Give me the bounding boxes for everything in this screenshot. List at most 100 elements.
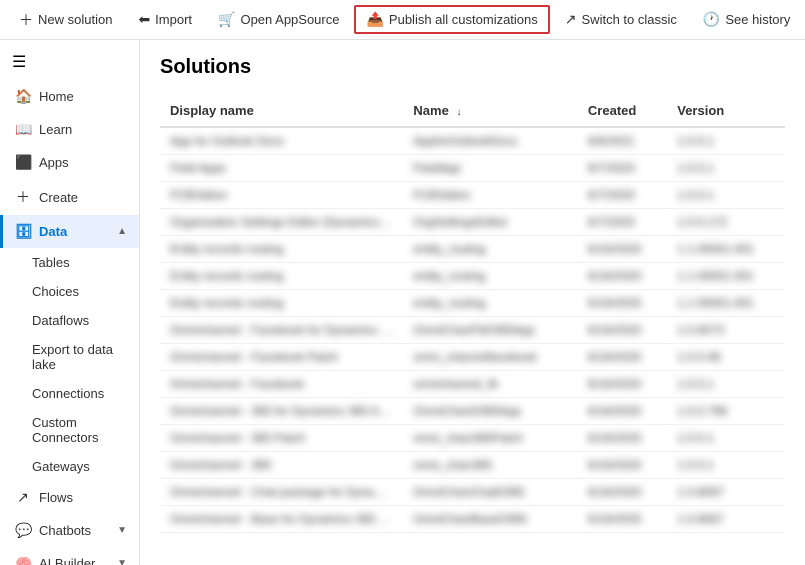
cell-name: OmniChanBaseD365 (403, 506, 578, 533)
see-history-button[interactable]: 🕐 See history (692, 6, 801, 33)
cell-name: omnichannel_fb (403, 371, 578, 398)
table-row[interactable]: Entity records routingentity_routing6/16… (160, 290, 785, 317)
cell-version: 1.0.0.1 (667, 425, 785, 452)
sidebar-item-ai-builder[interactable]: 🧠 AI Builder ▼ (0, 547, 139, 565)
cell-created: 6/16/2020 (578, 263, 667, 290)
learn-icon: 📖 (15, 121, 31, 138)
cell-version: 1.0.0.1 (667, 182, 785, 209)
table-row[interactable]: Omnichannel - Facebook for Dynamics 365 … (160, 317, 785, 344)
cell-name: entity_routing (403, 290, 578, 317)
flows-icon: ↗ (15, 489, 31, 506)
sidebar-item-flows[interactable]: ↗ Flows (0, 481, 139, 514)
sidebar-item-choices[interactable]: Choices (0, 277, 139, 306)
cell-created: 6/7/2020 (578, 155, 667, 182)
open-appsource-button[interactable]: 🛒 Open AppSource (207, 6, 350, 33)
cell-version: 1.0.8067 (667, 479, 785, 506)
cell-display-name: Field Apps (160, 155, 403, 182)
table-row[interactable]: Field AppsFieldApp6/7/20201.0.0.1 (160, 155, 785, 182)
cell-version: 1.0.0.1 (667, 452, 785, 479)
table-row[interactable]: Omnichannel - Base for Dynamics 365 Appl… (160, 506, 785, 533)
table-row[interactable]: Omnichannel - Chat package for Dynamics … (160, 479, 785, 506)
cell-display-name: FCBVation (160, 182, 403, 209)
col-header-created[interactable]: Created (578, 95, 667, 127)
cell-name: FCBVation (403, 182, 578, 209)
table-row[interactable]: Entity records routingentity_routing6/16… (160, 263, 785, 290)
cell-name: omni_channelfacebook (403, 344, 578, 371)
table-row[interactable]: FCBVationFCBVation6/7/20201.0.0.1 (160, 182, 785, 209)
cell-created: 6/16/2020 (578, 452, 667, 479)
sidebar-item-apps[interactable]: ⬛ Apps (0, 146, 139, 179)
cell-version: 1.0.0.46 (667, 344, 785, 371)
chatbots-chevron-icon: ▼ (117, 525, 127, 536)
col-header-display-name[interactable]: Display name (160, 95, 403, 127)
sidebar-item-create[interactable]: ＋ Create (0, 179, 139, 215)
table-row[interactable]: Organization Settings Editor (Dynamics 3… (160, 209, 785, 236)
hamburger-button[interactable]: ☰ (0, 44, 140, 80)
cell-name: entity_routing (403, 236, 578, 263)
table-row[interactable]: Omnichannel - 365 Patchomni_chan365Patch… (160, 425, 785, 452)
sidebar-item-connections[interactable]: Connections (0, 379, 139, 408)
toolbar: ＋ New solution ⬅ Import 🛒 Open AppSource… (0, 0, 805, 40)
import-button[interactable]: ⬅ Import (127, 6, 203, 33)
create-icon: ＋ (15, 187, 31, 207)
cell-display-name: Omnichannel - Facebook for Dynamics 365 … (160, 317, 403, 344)
cell-created: 6/7/2020 (578, 182, 667, 209)
cell-created: 6/16/2020 (578, 371, 667, 398)
cell-display-name: Omnichannel - Facebook (160, 371, 403, 398)
table-row[interactable]: Omnichannel - 365 for Dynamics 365 Appli… (160, 398, 785, 425)
table-row[interactable]: Omnichannel - 365omni_chan3656/16/20201.… (160, 452, 785, 479)
import-icon: ⬅ (138, 11, 150, 28)
history-icon: 🕐 (703, 11, 720, 28)
cell-display-name: Omnichannel - 365 (160, 452, 403, 479)
sidebar-item-tables[interactable]: Tables (0, 248, 139, 277)
sidebar-item-home[interactable]: 🏠 Home (0, 80, 139, 113)
ai-builder-chevron-icon: ▼ (117, 558, 127, 565)
cell-display-name: App for Outlook Docs (160, 127, 403, 155)
cell-display-name: Entity records routing (160, 263, 403, 290)
sidebar-item-learn[interactable]: 📖 Learn (0, 113, 139, 146)
chatbots-icon: 💬 (15, 522, 31, 539)
cell-created: 6/16/2020 (578, 425, 667, 452)
sidebar-item-gateways[interactable]: Gateways (0, 452, 139, 481)
cell-version: 1.1.00001.001 (667, 290, 785, 317)
cell-created: 6/16/2020 (578, 236, 667, 263)
cell-display-name: Organization Settings Editor (Dynamics 3… (160, 209, 403, 236)
sidebar: ☰ 🏠 Home 📖 Learn ⬛ Apps ＋ Create 🗄 Data … (0, 40, 140, 565)
switch-icon: ↗ (565, 11, 577, 28)
switch-classic-button[interactable]: ↗ Switch to classic (554, 6, 688, 33)
sidebar-item-custom-connectors[interactable]: Custom Connectors (0, 408, 139, 452)
sidebar-item-dataflows[interactable]: Dataflows (0, 306, 139, 335)
cell-display-name: Omnichannel - Chat package for Dynamics … (160, 479, 403, 506)
table-row[interactable]: Omnichannel - Facebookomnichannel_fb6/16… (160, 371, 785, 398)
main-layout: ☰ 🏠 Home 📖 Learn ⬛ Apps ＋ Create 🗄 Data … (0, 40, 805, 565)
cell-name: OrgSettingsEditor (403, 209, 578, 236)
new-solution-button[interactable]: ＋ New solution (8, 5, 123, 35)
cell-created: 6/16/2020 (578, 290, 667, 317)
cell-version: 1.0.8067 (667, 506, 785, 533)
hamburger-icon: ☰ (12, 52, 26, 72)
content-area: Solutions Display name Name ↓ Created Ve… (140, 40, 805, 565)
table-row[interactable]: App for Outlook DocsAppforOutlookDocs6/6… (160, 127, 785, 155)
cell-version: 1.0.0.1 (667, 371, 785, 398)
cell-display-name: Entity records routing (160, 290, 403, 317)
sidebar-item-export[interactable]: Export to data lake (0, 335, 139, 379)
cell-name: FieldApp (403, 155, 578, 182)
sidebar-item-data[interactable]: 🗄 Data ▲ (0, 215, 139, 248)
cell-version: 1.1.00001.001 (667, 236, 785, 263)
cell-version: 1.0.0.1 (667, 155, 785, 182)
cell-version: 1.0.0.172 (667, 209, 785, 236)
table-row[interactable]: Entity records routingentity_routing6/16… (160, 236, 785, 263)
table-row[interactable]: Omnichannel - Facebook Patchomni_channel… (160, 344, 785, 371)
col-header-version[interactable]: Version (667, 95, 785, 127)
page-title: Solutions (160, 56, 785, 79)
sidebar-item-chatbots[interactable]: 💬 Chatbots ▼ (0, 514, 139, 547)
cell-created: 6/16/2020 (578, 317, 667, 344)
data-chevron-icon: ▲ (117, 226, 127, 237)
cell-created: 6/16/2020 (578, 506, 667, 533)
publish-icon: 📤 (366, 11, 383, 28)
ai-builder-icon: 🧠 (15, 555, 31, 565)
cell-name: omni_chan365 (403, 452, 578, 479)
col-header-name[interactable]: Name ↓ (403, 95, 578, 127)
cell-display-name: Omnichannel - Facebook Patch (160, 344, 403, 371)
publish-all-button[interactable]: 📤 Publish all customizations (354, 5, 549, 34)
